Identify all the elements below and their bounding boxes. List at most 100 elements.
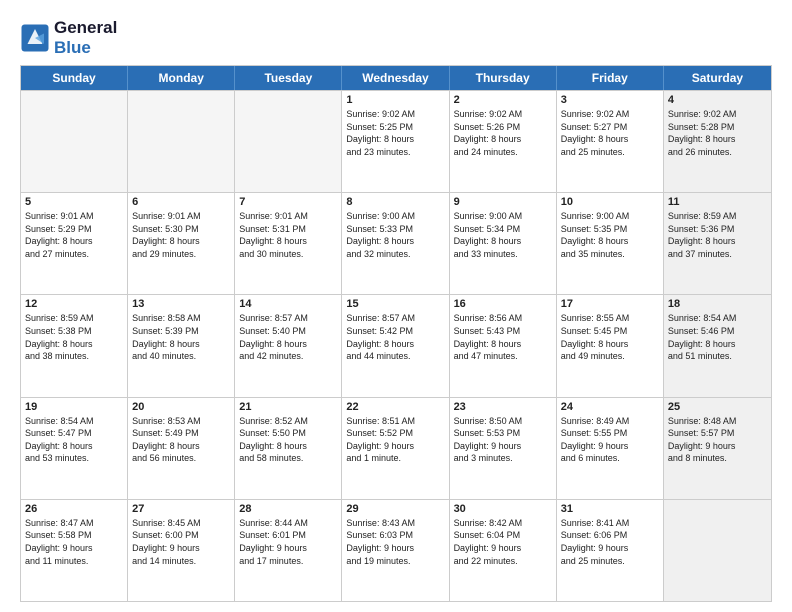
calendar-row-3: 12 Sunrise: 8:59 AM Sunset: 5:38 PM Dayli… — [21, 294, 771, 396]
day-info: Sunrise: 8:45 AM Sunset: 6:00 PM Dayligh… — [132, 517, 230, 567]
weekday-header-saturday: Saturday — [664, 66, 771, 90]
day-info: Sunrise: 8:54 AM Sunset: 5:46 PM Dayligh… — [668, 312, 767, 362]
day-number: 19 — [25, 401, 123, 413]
calendar-day-2: 2 Sunrise: 9:02 AM Sunset: 5:26 PM Daylig… — [450, 91, 557, 192]
day-info: Sunrise: 9:01 AM Sunset: 5:31 PM Dayligh… — [239, 210, 337, 260]
calendar-empty-cell — [128, 91, 235, 192]
calendar-day-29: 29Sunrise: 8:43 AM Sunset: 6:03 PM Dayli… — [342, 500, 449, 601]
calendar-day-5: 5Sunrise: 9:01 AM Sunset: 5:29 PM Daylig… — [21, 193, 128, 294]
calendar-day-14: 14 Sunrise: 8:57 AM Sunset: 5:40 PM Dayli… — [235, 295, 342, 396]
day-info: Sunrise: 8:55 AM Sunset: 5:45 PM Dayligh… — [561, 312, 659, 362]
day-info: Sunrise: 9:02 AM Sunset: 5:26 PM Dayligh… — [454, 108, 552, 158]
calendar-row-2: 5Sunrise: 9:01 AM Sunset: 5:29 PM Daylig… — [21, 192, 771, 294]
day-number: 23 — [454, 401, 552, 413]
weekday-header-friday: Friday — [557, 66, 664, 90]
day-info: Sunrise: 8:57 AM Sunset: 5:42 PM Dayligh… — [346, 312, 444, 362]
day-number: 14 — [239, 298, 337, 310]
calendar-day-30: 30 Sunrise: 8:42 AM Sunset: 6:04 PM Dayli… — [450, 500, 557, 601]
calendar-day-1: 1 Sunrise: 9:02 AM Sunset: 5:25 PM Daylig… — [342, 91, 449, 192]
calendar-day-20: 20 Sunrise: 8:53 AM Sunset: 5:49 PM Dayli… — [128, 398, 235, 499]
day-info: Sunrise: 8:50 AM Sunset: 5:53 PM Dayligh… — [454, 415, 552, 465]
day-number: 18 — [668, 298, 767, 310]
calendar-empty-cell — [21, 91, 128, 192]
day-number: 17 — [561, 298, 659, 310]
weekday-header-sunday: Sunday — [21, 66, 128, 90]
calendar-empty-cell — [664, 500, 771, 601]
calendar-row-5: 26 Sunrise: 8:47 AM Sunset: 5:58 PM Dayli… — [21, 499, 771, 601]
day-info: Sunrise: 9:00 AM Sunset: 5:33 PM Dayligh… — [346, 210, 444, 260]
day-number: 10 — [561, 196, 659, 208]
calendar-row-4: 19Sunrise: 8:54 AM Sunset: 5:47 PM Dayli… — [21, 397, 771, 499]
calendar-day-31: 31 Sunrise: 8:41 AM Sunset: 6:06 PM Dayli… — [557, 500, 664, 601]
calendar-day-13: 13 Sunrise: 8:58 AM Sunset: 5:39 PM Dayli… — [128, 295, 235, 396]
day-number: 12 — [25, 298, 123, 310]
day-number: 9 — [454, 196, 552, 208]
day-info: Sunrise: 9:00 AM Sunset: 5:34 PM Dayligh… — [454, 210, 552, 260]
day-number: 31 — [561, 503, 659, 515]
day-info: Sunrise: 8:59 AM Sunset: 5:38 PM Dayligh… — [25, 312, 123, 362]
day-number: 4 — [668, 94, 767, 106]
day-info: Sunrise: 8:57 AM Sunset: 5:40 PM Dayligh… — [239, 312, 337, 362]
day-info: Sunrise: 8:44 AM Sunset: 6:01 PM Dayligh… — [239, 517, 337, 567]
calendar-day-22: 22 Sunrise: 8:51 AM Sunset: 5:52 PM Dayli… — [342, 398, 449, 499]
calendar-day-3: 3Sunrise: 9:02 AM Sunset: 5:27 PM Daylig… — [557, 91, 664, 192]
calendar-day-4: 4Sunrise: 9:02 AM Sunset: 5:28 PM Daylig… — [664, 91, 771, 192]
day-info: Sunrise: 8:58 AM Sunset: 5:39 PM Dayligh… — [132, 312, 230, 362]
day-info: Sunrise: 9:00 AM Sunset: 5:35 PM Dayligh… — [561, 210, 659, 260]
day-number: 25 — [668, 401, 767, 413]
calendar-day-10: 10 Sunrise: 9:00 AM Sunset: 5:35 PM Dayli… — [557, 193, 664, 294]
day-number: 27 — [132, 503, 230, 515]
day-number: 28 — [239, 503, 337, 515]
calendar-day-9: 9 Sunrise: 9:00 AM Sunset: 5:34 PM Daylig… — [450, 193, 557, 294]
calendar-day-8: 8 Sunrise: 9:00 AM Sunset: 5:33 PM Daylig… — [342, 193, 449, 294]
day-info: Sunrise: 8:47 AM Sunset: 5:58 PM Dayligh… — [25, 517, 123, 567]
weekday-header-thursday: Thursday — [450, 66, 557, 90]
day-number: 1 — [346, 94, 444, 106]
calendar-day-27: 27 Sunrise: 8:45 AM Sunset: 6:00 PM Dayli… — [128, 500, 235, 601]
weekday-header-wednesday: Wednesday — [342, 66, 449, 90]
day-info: Sunrise: 8:41 AM Sunset: 6:06 PM Dayligh… — [561, 517, 659, 567]
day-number: 13 — [132, 298, 230, 310]
day-number: 11 — [668, 196, 767, 208]
day-number: 2 — [454, 94, 552, 106]
calendar-day-18: 18 Sunrise: 8:54 AM Sunset: 5:46 PM Dayli… — [664, 295, 771, 396]
day-number: 22 — [346, 401, 444, 413]
day-number: 15 — [346, 298, 444, 310]
calendar-day-12: 12 Sunrise: 8:59 AM Sunset: 5:38 PM Dayli… — [21, 295, 128, 396]
calendar-day-7: 7 Sunrise: 9:01 AM Sunset: 5:31 PM Daylig… — [235, 193, 342, 294]
day-info: Sunrise: 8:53 AM Sunset: 5:49 PM Dayligh… — [132, 415, 230, 465]
day-number: 16 — [454, 298, 552, 310]
calendar-day-17: 17 Sunrise: 8:55 AM Sunset: 5:45 PM Dayli… — [557, 295, 664, 396]
day-number: 6 — [132, 196, 230, 208]
day-info: Sunrise: 8:42 AM Sunset: 6:04 PM Dayligh… — [454, 517, 552, 567]
day-info: Sunrise: 9:01 AM Sunset: 5:29 PM Dayligh… — [25, 210, 123, 260]
day-info: Sunrise: 9:02 AM Sunset: 5:25 PM Dayligh… — [346, 108, 444, 158]
day-number: 24 — [561, 401, 659, 413]
calendar-day-28: 28 Sunrise: 8:44 AM Sunset: 6:01 PM Dayli… — [235, 500, 342, 601]
day-info: Sunrise: 8:49 AM Sunset: 5:55 PM Dayligh… — [561, 415, 659, 465]
logo-icon — [20, 23, 50, 53]
day-number: 30 — [454, 503, 552, 515]
day-info: Sunrise: 9:02 AM Sunset: 5:27 PM Dayligh… — [561, 108, 659, 158]
day-info: Sunrise: 8:56 AM Sunset: 5:43 PM Dayligh… — [454, 312, 552, 362]
calendar-day-24: 24 Sunrise: 8:49 AM Sunset: 5:55 PM Dayli… — [557, 398, 664, 499]
day-number: 20 — [132, 401, 230, 413]
calendar-day-25: 25Sunrise: 8:48 AM Sunset: 5:57 PM Dayli… — [664, 398, 771, 499]
day-number: 29 — [346, 503, 444, 515]
day-number: 7 — [239, 196, 337, 208]
calendar-day-15: 15 Sunrise: 8:57 AM Sunset: 5:42 PM Dayli… — [342, 295, 449, 396]
calendar-day-19: 19Sunrise: 8:54 AM Sunset: 5:47 PM Dayli… — [21, 398, 128, 499]
day-number: 26 — [25, 503, 123, 515]
logo: General Blue — [20, 18, 117, 57]
day-info: Sunrise: 9:01 AM Sunset: 5:30 PM Dayligh… — [132, 210, 230, 260]
day-number: 21 — [239, 401, 337, 413]
day-number: 8 — [346, 196, 444, 208]
calendar-day-26: 26 Sunrise: 8:47 AM Sunset: 5:58 PM Dayli… — [21, 500, 128, 601]
calendar: SundayMondayTuesdayWednesdayThursdayFrid… — [20, 65, 772, 602]
calendar-empty-cell — [235, 91, 342, 192]
weekday-header-tuesday: Tuesday — [235, 66, 342, 90]
day-info: Sunrise: 8:59 AM Sunset: 5:36 PM Dayligh… — [668, 210, 767, 260]
calendar-day-6: 6 Sunrise: 9:01 AM Sunset: 5:30 PM Daylig… — [128, 193, 235, 294]
day-info: Sunrise: 8:51 AM Sunset: 5:52 PM Dayligh… — [346, 415, 444, 465]
calendar-body: 1 Sunrise: 9:02 AM Sunset: 5:25 PM Daylig… — [21, 90, 771, 601]
